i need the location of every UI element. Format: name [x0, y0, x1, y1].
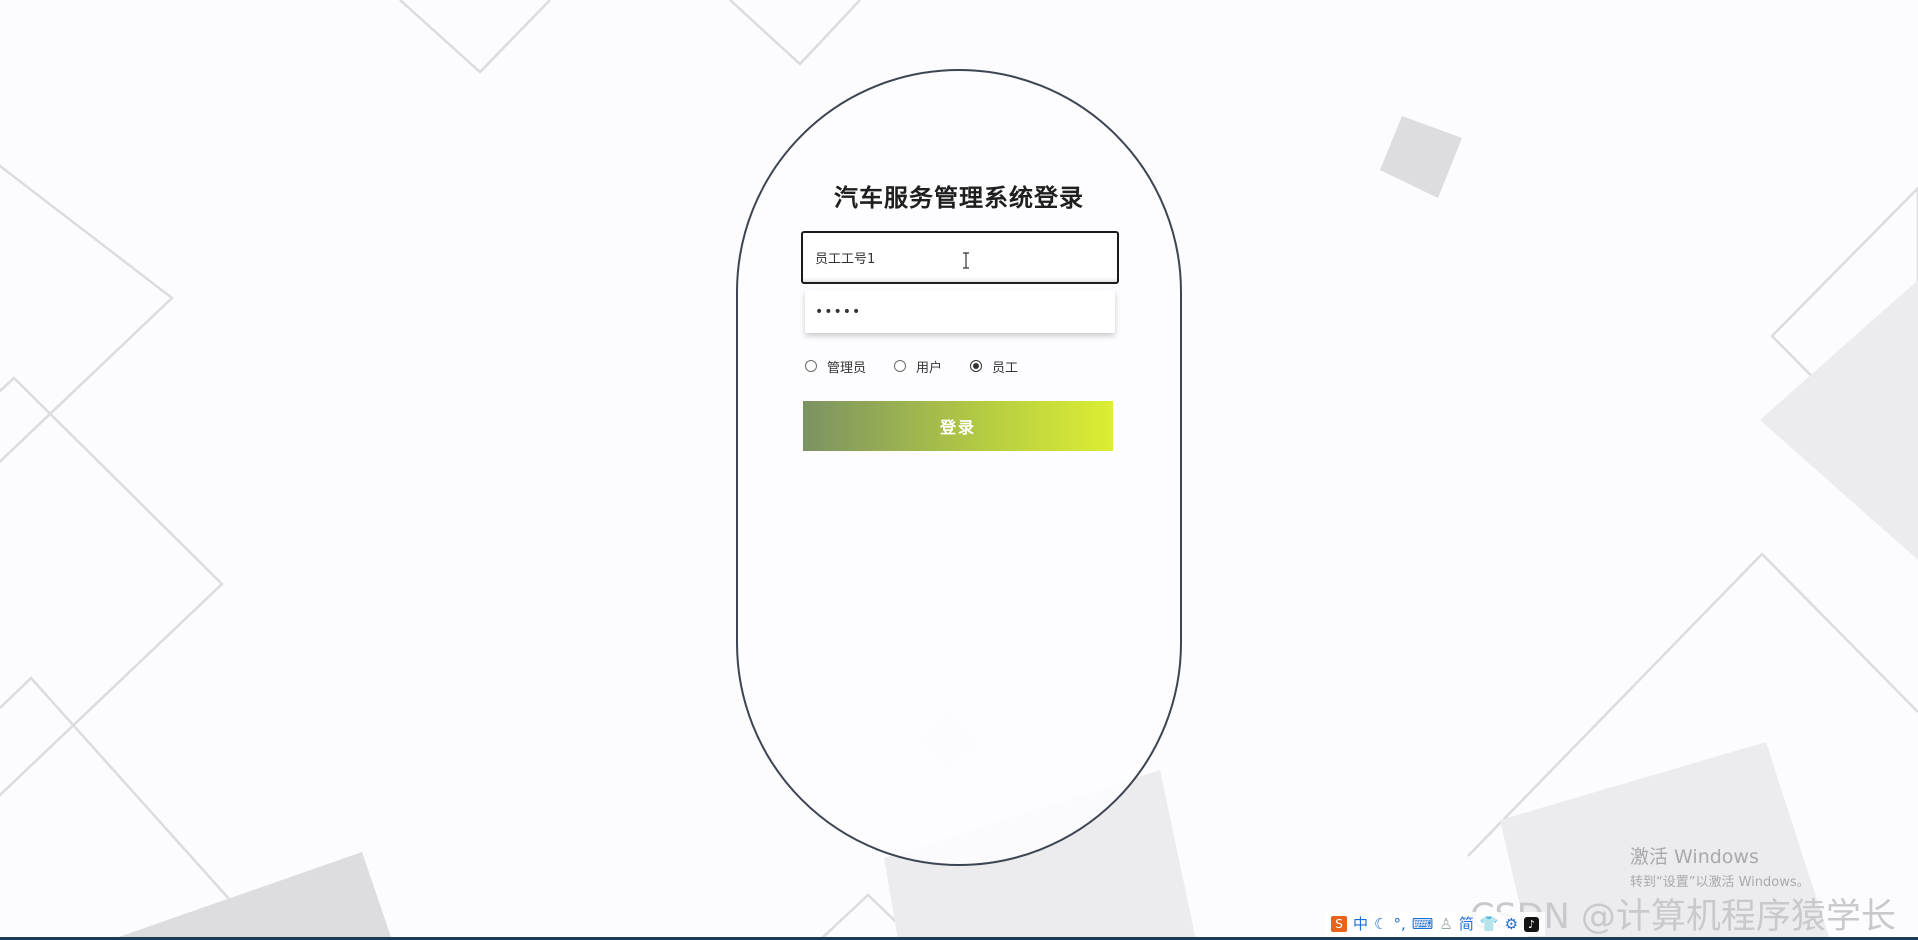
bg-line-left-bottom [0, 676, 231, 901]
radio-admin[interactable] [805, 360, 817, 372]
role-radio-group: 管理员 用户 员工 [805, 356, 1046, 376]
punctuation-icon[interactable]: °, [1393, 912, 1405, 936]
ime-toolbar: S 中 ☾ °, ⌨ ♙ 简 👕 ⚙ ♪ [1325, 912, 1546, 936]
sogou-ime-icon[interactable]: S [1331, 916, 1347, 932]
role-option-user[interactable]: 用户 [894, 357, 942, 376]
bg-line-top-center [729, 0, 861, 66]
settings-icon[interactable]: ⚙ [1505, 912, 1518, 936]
radio-staff[interactable] [970, 360, 983, 372]
chinese-mode-icon[interactable]: 中 [1353, 912, 1368, 936]
role-label-staff: 员工 [992, 360, 1019, 376]
radio-user[interactable] [894, 360, 907, 372]
login-button[interactable]: 登录 [803, 401, 1113, 451]
activation-title: 激活 Windows [1630, 846, 1759, 868]
password-input[interactable] [805, 290, 1115, 333]
bg-square-top-right [1380, 116, 1462, 198]
role-option-admin[interactable]: 管理员 [805, 357, 866, 376]
tiktok-icon[interactable]: ♪ [1524, 916, 1540, 932]
skin-icon[interactable]: 👕 [1480, 912, 1499, 936]
keyboard-icon[interactable]: ⌨ [1412, 912, 1434, 936]
bg-line-top-left [399, 0, 551, 74]
text-cursor-icon [963, 252, 969, 269]
bg-shape-bottom-left [110, 852, 392, 940]
role-label-admin: 管理员 [827, 360, 867, 376]
role-label-user: 用户 [916, 360, 943, 376]
user-icon[interactable]: ♙ [1439, 912, 1452, 936]
login-title: 汽车服务管理系统登录 [834, 184, 1084, 212]
role-option-staff[interactable]: 员工 [970, 357, 1018, 376]
bg-diamond-left-1 [0, 164, 174, 464]
username-input[interactable] [801, 231, 1119, 284]
simplified-icon[interactable]: 简 [1459, 912, 1474, 936]
moon-icon[interactable]: ☾ [1374, 912, 1387, 936]
bg-shape-right-large [1760, 280, 1918, 560]
login-page: 汽车服务管理系统登录 管理员 用户 员工 登录 激活 Windows 转到“设置… [0, 0, 1918, 940]
bg-diamond-left-2 [0, 376, 224, 797]
windows-activation-watermark: 激活 Windows 转到“设置”以激活 Windows。 [1630, 842, 1810, 890]
